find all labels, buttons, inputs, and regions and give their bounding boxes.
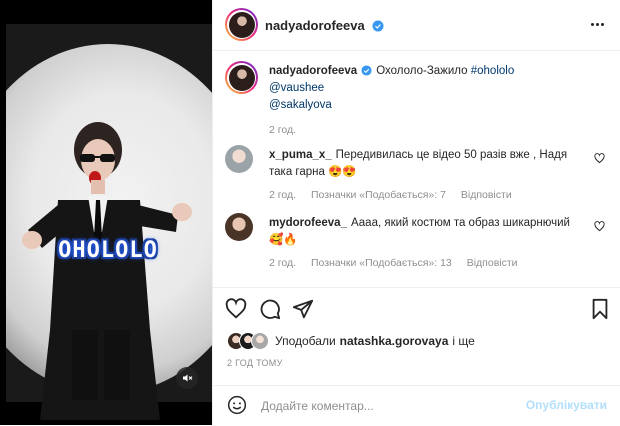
commenter-avatar[interactable] — [225, 145, 253, 173]
dot — [596, 22, 599, 26]
comment-reply-button[interactable]: Відповісти — [461, 189, 512, 201]
caption-username[interactable]: nadyadorofeeva — [269, 65, 357, 77]
dot — [591, 22, 594, 26]
dot — [601, 22, 604, 26]
likes-user-link[interactable]: natashka.gorovaya — [340, 334, 449, 348]
comment-text-block: mydorofeeva_ Аааа, який костюм та образ ш… — [269, 215, 579, 272]
likes-suffix[interactable]: і ще — [452, 334, 474, 348]
comment-username[interactable]: mydorofeeva_ — [269, 217, 347, 229]
comment-likes[interactable]: Позначки «Подобається»: 13 — [311, 257, 452, 269]
caption-mention-1[interactable]: @vaushee — [269, 82, 324, 94]
comments-list: nadyadorofeeva Охололо-Зажило #ohololo @v… — [213, 51, 620, 286]
comment-username[interactable]: x_puma_x_ — [269, 149, 332, 161]
comment-time[interactable]: 2 год. — [269, 189, 296, 201]
mute-button[interactable] — [176, 367, 198, 389]
heart-icon[interactable] — [225, 298, 247, 320]
caption-mention-2[interactable]: @sakalyova — [269, 99, 332, 111]
post-video[interactable]: OHOLOLO — [0, 0, 212, 425]
comment-text-block: x_puma_x_ Передивилась це відео 50 разів … — [269, 147, 579, 204]
verified-badge-icon — [361, 65, 372, 77]
caption-avatar[interactable] — [225, 61, 258, 94]
more-options-button[interactable] — [591, 16, 607, 32]
comment-reply-button[interactable]: Відповісти — [467, 257, 518, 269]
caption-hashtag[interactable]: #ohololo — [471, 65, 514, 77]
post-header: nadyadorofeeva — [213, 0, 620, 51]
liker-avatar — [251, 332, 269, 350]
publish-button[interactable]: Опублікувати — [526, 398, 607, 412]
comment-likes[interactable]: Позначки «Подобається»: 7 — [311, 189, 446, 201]
caption-text: Охололо-Зажило — [376, 65, 468, 77]
caption-text-block: nadyadorofeeva Охололо-Зажило #ohololo @v… — [269, 63, 514, 139]
comment-icon[interactable] — [259, 298, 281, 320]
comment-time[interactable]: 2 год. — [269, 257, 296, 269]
comment-input[interactable] — [259, 395, 523, 417]
video-overlay-text: OHOLOLO — [58, 238, 158, 263]
verified-badge-icon — [372, 20, 384, 32]
commenter-avatar[interactable] — [225, 213, 253, 241]
likes-prefix: Уподобали — [275, 334, 336, 348]
emoji-icon[interactable] — [227, 395, 247, 415]
add-comment-bar: Опублікувати — [213, 385, 620, 426]
bookmark-icon[interactable] — [589, 298, 611, 320]
header-username[interactable]: nadyadorofeeva — [265, 18, 365, 33]
speaker-muted-icon — [183, 374, 193, 382]
video-person-figure — [22, 122, 192, 420]
caption-time[interactable]: 2 год. — [269, 124, 296, 136]
post-time-ago[interactable]: 2 ГОД ТОМУ — [227, 358, 283, 368]
comment-like-heart-icon[interactable] — [594, 153, 605, 164]
comment-like-heart-icon[interactable] — [594, 221, 605, 232]
liker-avatars[interactable] — [227, 332, 269, 350]
likes-summary: Уподобали natashka.gorovaya і ще — [227, 332, 475, 350]
author-avatar[interactable] — [225, 8, 258, 41]
post-details-panel: nadyadorofeeva nadyadorofeeva Охололо-Заж… — [212, 0, 620, 425]
instagram-post-view: OHOLOLO nadyadorofeeva nadyadorofeeva Ох… — [0, 0, 620, 425]
share-icon[interactable] — [292, 298, 314, 320]
